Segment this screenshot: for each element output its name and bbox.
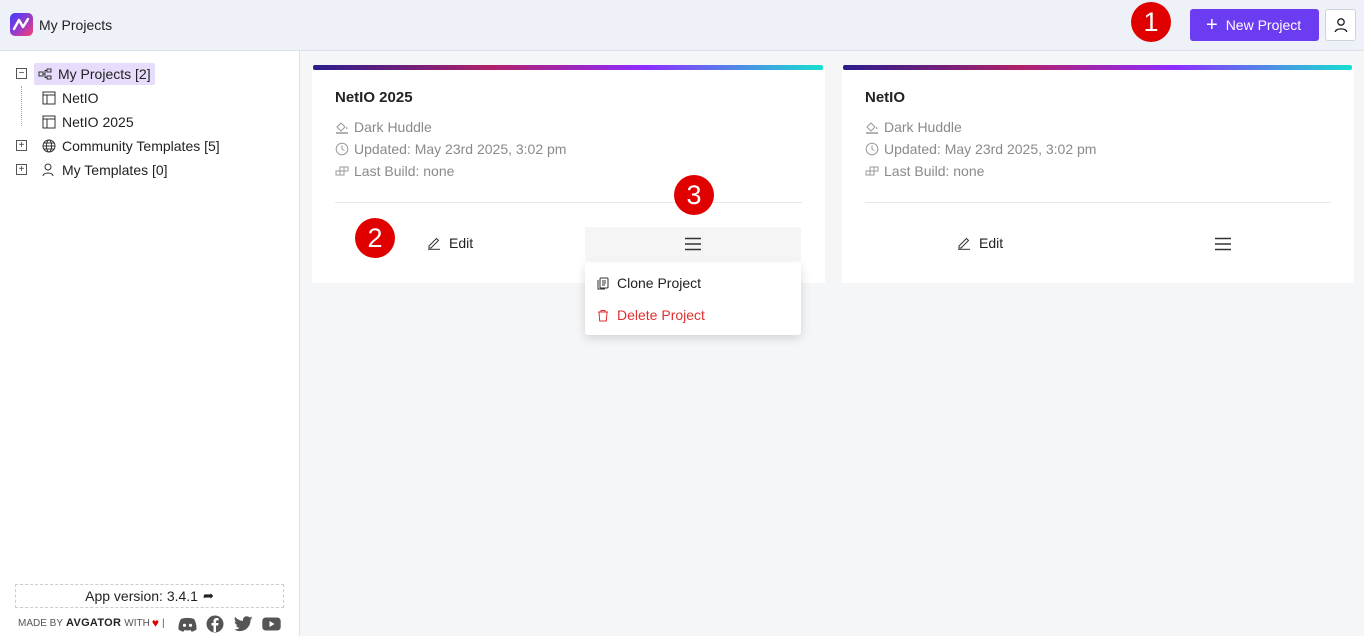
- social-links: [177, 614, 281, 634]
- project-title: NetIO 2025: [335, 89, 413, 106]
- project-theme: Dark Huddle: [865, 119, 962, 135]
- project-updated: Updated: May 23rd 2025, 3:02 pm: [865, 141, 1096, 157]
- globe-icon: [42, 139, 56, 153]
- blocks-icon: [335, 166, 349, 176]
- project-last-build-label: Last Build: none: [884, 163, 985, 179]
- edit-project-button[interactable]: Edit: [957, 228, 1003, 258]
- user-icon: [1334, 18, 1347, 33]
- project-last-build: Last Build: none: [335, 163, 454, 179]
- tree-item-my-templates[interactable]: My Templates [0]: [42, 159, 168, 181]
- project-last-build: Last Build: none: [865, 163, 984, 179]
- step-badge-2: 2: [355, 218, 395, 258]
- edit-label: Edit: [449, 235, 474, 251]
- tree-item-label: NetIO 2025: [62, 114, 134, 130]
- hierarchy-icon: [38, 68, 52, 80]
- project-updated-label: Updated: May 23rd 2025, 3:02 pm: [884, 141, 1097, 157]
- twitter-icon[interactable]: [233, 614, 253, 634]
- heart-icon: ♥: [151, 616, 159, 630]
- project-title: NetIO: [865, 89, 906, 106]
- step-badge-1: 1: [1131, 2, 1171, 42]
- collapse-toggle-icon[interactable]: −: [16, 68, 27, 79]
- edit-project-button[interactable]: Edit: [427, 228, 473, 258]
- youtube-icon[interactable]: [261, 614, 281, 634]
- trash-icon: [598, 309, 608, 321]
- delete-project-label: Delete Project: [617, 307, 705, 323]
- tree-item-label: My Templates [0]: [62, 162, 168, 178]
- user-icon: [42, 163, 54, 177]
- tree-item-label: My Projects [2]: [58, 66, 151, 82]
- project-card-netio: NetIO Dark Huddle Updated: May 23rd 2025…: [842, 65, 1354, 283]
- paint-bucket-icon: [336, 122, 348, 134]
- made-by-prefix: MADE BY: [18, 617, 64, 629]
- layout-icon: [42, 115, 56, 129]
- step-badge-3: 3: [674, 175, 714, 215]
- new-project-button[interactable]: + New Project: [1190, 9, 1319, 41]
- sidebar: − My Projects [2] NetIO NetIO 2025 + Com…: [0, 51, 300, 636]
- share-arrow-icon: ➦: [202, 588, 214, 603]
- card-divider: [335, 202, 802, 203]
- paint-bucket-icon: [866, 122, 878, 134]
- tree-connector: [21, 86, 22, 126]
- plus-icon: +: [1206, 14, 1218, 36]
- project-theme: Dark Huddle: [335, 119, 432, 135]
- app-header: My Projects 1 + New Project: [0, 0, 1364, 51]
- discord-icon[interactable]: [177, 614, 197, 634]
- project-menu-button[interactable]: [1115, 227, 1331, 261]
- card-divider: [865, 202, 1331, 203]
- footer-separator: |: [161, 617, 165, 629]
- clock-icon: [335, 142, 349, 156]
- project-menu-button[interactable]: [585, 227, 801, 261]
- project-theme-label: Dark Huddle: [884, 119, 962, 135]
- expand-toggle-icon[interactable]: +: [16, 140, 27, 151]
- pencil-icon: [428, 237, 440, 250]
- layout-icon: [42, 91, 56, 105]
- copy-icon: [597, 277, 609, 289]
- pencil-icon: [958, 237, 970, 250]
- tree-item-netio-2025[interactable]: NetIO 2025: [42, 111, 134, 133]
- expand-toggle-icon[interactable]: +: [16, 164, 27, 175]
- made-with-text: WITH: [124, 617, 150, 629]
- project-menu-dropdown: Clone Project Delete Project: [585, 263, 801, 335]
- tree-item-label: NetIO: [62, 90, 99, 106]
- tree-item-my-projects[interactable]: My Projects [2]: [34, 63, 155, 85]
- card-accent-bar: [843, 65, 1352, 70]
- project-updated: Updated: May 23rd 2025, 3:02 pm: [335, 141, 566, 157]
- app-version-link[interactable]: App version: 3.4.1 ➦: [15, 584, 284, 608]
- delete-project-menu-item[interactable]: Delete Project: [597, 307, 705, 323]
- hamburger-menu-icon: [685, 237, 701, 251]
- facebook-icon[interactable]: [205, 614, 225, 634]
- user-account-button[interactable]: [1325, 9, 1356, 41]
- brand-name: AVGATOR: [66, 617, 122, 629]
- tree-item-netio[interactable]: NetIO: [42, 87, 99, 109]
- tree-item-community-templates[interactable]: Community Templates [5]: [42, 135, 220, 157]
- clock-icon: [865, 142, 879, 156]
- hamburger-menu-icon: [1215, 237, 1231, 251]
- card-accent-bar: [313, 65, 823, 70]
- edit-label: Edit: [979, 235, 1004, 251]
- clone-project-menu-item[interactable]: Clone Project: [597, 275, 701, 291]
- blocks-icon: [865, 166, 879, 176]
- made-by-credit: MADE BY AVGATOR WITH ♥ |: [18, 616, 165, 630]
- clone-project-label: Clone Project: [617, 275, 702, 291]
- app-version-label: App version: 3.4.1: [85, 588, 198, 604]
- new-project-label: New Project: [1225, 17, 1302, 33]
- app-title: My Projects: [39, 17, 113, 33]
- tree-item-label: Community Templates [5]: [62, 138, 220, 154]
- project-last-build-label: Last Build: none: [354, 163, 455, 179]
- project-theme-label: Dark Huddle: [354, 119, 432, 135]
- project-updated-label: Updated: May 23rd 2025, 3:02 pm: [354, 141, 567, 157]
- app-logo-icon: [10, 13, 33, 36]
